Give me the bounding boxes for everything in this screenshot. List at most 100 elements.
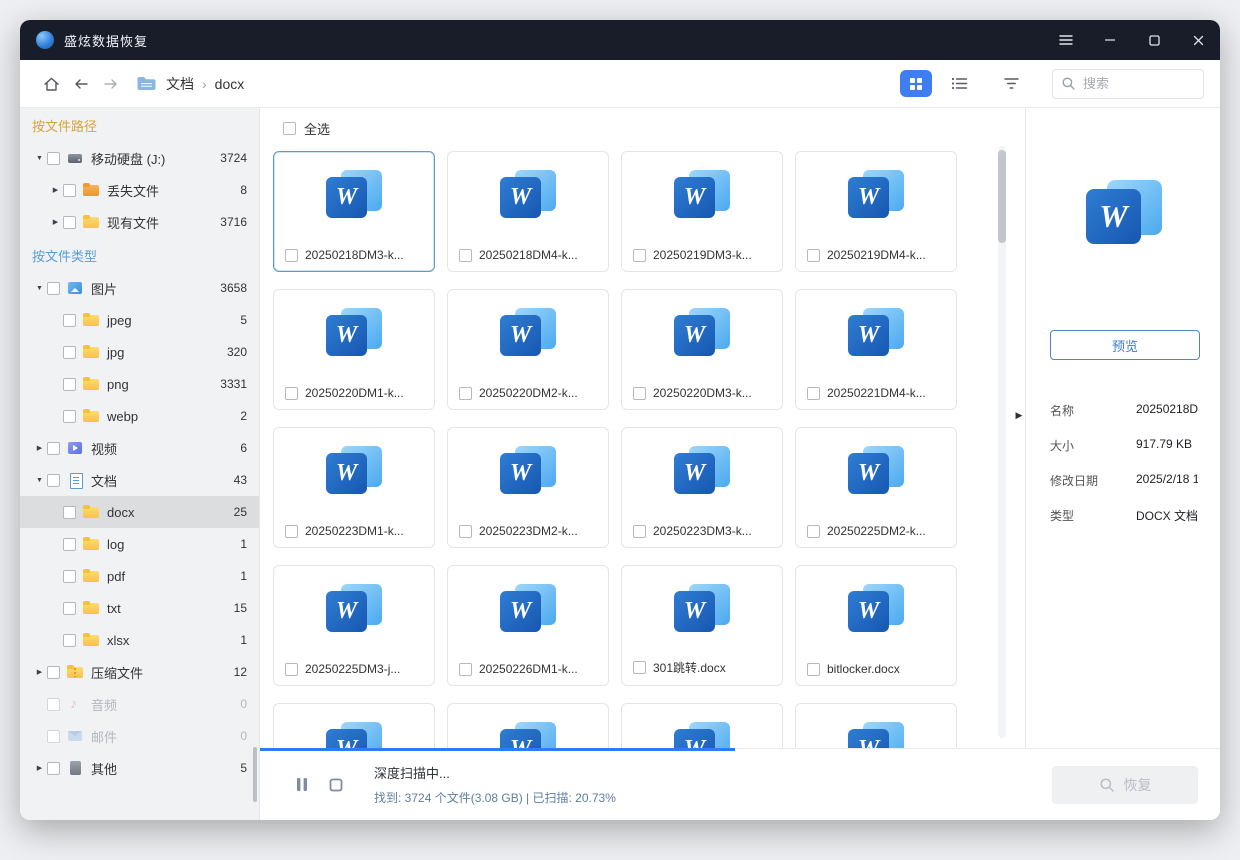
sidebar-item-removable-disk[interactable]: 移动硬盘 (J:) 3724 (20, 142, 259, 174)
sidebar-item-jpeg[interactable]: jpeg 5 (20, 304, 259, 336)
sidebar-item-jpg[interactable]: jpg 320 (20, 336, 259, 368)
file-card-partial[interactable] (795, 703, 957, 748)
sidebar-item-other[interactable]: 其他 5 (20, 752, 259, 784)
sidebar-item-videos[interactable]: 视频 6 (20, 432, 259, 464)
file-card[interactable]: 20250225DM2-k... (795, 427, 957, 548)
file-card[interactable]: 20250218DM4-k... (447, 151, 609, 272)
tree-expander-icon[interactable] (32, 764, 47, 772)
checkbox[interactable] (47, 666, 60, 679)
tree-expander-icon[interactable] (32, 285, 47, 292)
select-all-checkbox[interactable] (283, 122, 296, 135)
file-card[interactable]: 20250226DM1-k... (447, 565, 609, 686)
pause-button[interactable] (292, 775, 312, 795)
preview-button[interactable]: 预览 (1050, 330, 1200, 360)
checkbox[interactable] (63, 410, 76, 423)
file-card-partial[interactable] (273, 703, 435, 748)
file-card[interactable]: 20250220DM1-k... (273, 289, 435, 410)
sidebar-item-mail[interactable]: 邮件 0 (20, 720, 259, 752)
list-view-button[interactable] (944, 70, 974, 97)
file-card[interactable]: 20250220DM3-k... (621, 289, 783, 410)
sidebar-scrollbar-thumb[interactable] (253, 747, 257, 802)
file-card-partial[interactable] (447, 703, 609, 748)
file-checkbox[interactable] (285, 387, 298, 400)
file-card[interactable]: 20250223DM2-k... (447, 427, 609, 548)
checkbox[interactable] (47, 698, 60, 711)
filter-button[interactable] (996, 70, 1026, 97)
file-card[interactable]: 20250219DM4-k... (795, 151, 957, 272)
checkbox[interactable] (63, 314, 76, 327)
checkbox[interactable] (47, 730, 60, 743)
file-card[interactable]: 20250218DM3-k... (273, 151, 435, 272)
file-checkbox[interactable] (807, 249, 820, 262)
checkbox[interactable] (63, 634, 76, 647)
back-button[interactable] (66, 69, 96, 99)
search-input[interactable] (1083, 76, 1183, 91)
breadcrumb-item-docx[interactable]: docx (215, 76, 245, 92)
file-card[interactable]: 20250220DM2-k... (447, 289, 609, 410)
checkbox[interactable] (63, 538, 76, 551)
checkbox[interactable] (47, 762, 60, 775)
file-checkbox[interactable] (633, 525, 646, 538)
stop-button[interactable] (326, 775, 346, 795)
checkbox[interactable] (63, 602, 76, 615)
grid-scrollbar[interactable] (998, 146, 1006, 738)
minimize-button[interactable] (1088, 20, 1132, 60)
checkbox[interactable] (63, 346, 76, 359)
file-checkbox[interactable] (285, 663, 298, 676)
sidebar-item-docx[interactable]: docx 25 (20, 496, 259, 528)
sidebar-item-txt[interactable]: txt 15 (20, 592, 259, 624)
file-card[interactable]: 301跳转.docx (621, 565, 783, 686)
sidebar-item-existing-files[interactable]: 现有文件 3716 (20, 206, 259, 238)
collapse-panel-button[interactable] (1012, 402, 1026, 428)
sidebar-item-log[interactable]: log 1 (20, 528, 259, 560)
file-checkbox[interactable] (459, 249, 472, 262)
forward-button[interactable] (96, 69, 126, 99)
checkbox[interactable] (47, 442, 60, 455)
file-checkbox[interactable] (459, 387, 472, 400)
sidebar-item-png[interactable]: png 3331 (20, 368, 259, 400)
sidebar-item-images[interactable]: 图片 3658 (20, 272, 259, 304)
sidebar-item-documents[interactable]: 文档 43 (20, 464, 259, 496)
checkbox[interactable] (47, 152, 60, 165)
file-checkbox[interactable] (807, 525, 820, 538)
checkbox[interactable] (63, 184, 76, 197)
sidebar-item-webp[interactable]: webp 2 (20, 400, 259, 432)
checkbox[interactable] (47, 474, 60, 487)
tree-expander-icon[interactable] (32, 155, 47, 162)
tree-expander-icon[interactable] (32, 668, 47, 676)
file-checkbox[interactable] (459, 525, 472, 538)
file-checkbox[interactable] (807, 663, 820, 676)
grid-scrollbar-thumb[interactable] (998, 150, 1006, 243)
file-checkbox[interactable] (633, 249, 646, 262)
file-checkbox[interactable] (633, 387, 646, 400)
menu-button[interactable] (1044, 20, 1088, 60)
checkbox[interactable] (63, 378, 76, 391)
maximize-button[interactable] (1132, 20, 1176, 60)
sidebar-item-archives[interactable]: 压缩文件 12 (20, 656, 259, 688)
file-card[interactable]: 20250225DM3-j... (273, 565, 435, 686)
file-card[interactable]: bitlocker.docx (795, 565, 957, 686)
grid-view-button[interactable] (900, 70, 932, 97)
sidebar-item-audio[interactable]: 音频 0 (20, 688, 259, 720)
sidebar-item-lost-files[interactable]: 丢失文件 8 (20, 174, 259, 206)
checkbox[interactable] (63, 216, 76, 229)
file-checkbox[interactable] (285, 525, 298, 538)
sidebar-item-xlsx[interactable]: xlsx 1 (20, 624, 259, 656)
checkbox[interactable] (47, 282, 60, 295)
file-card[interactable]: 20250223DM1-k... (273, 427, 435, 548)
file-card[interactable]: 20250223DM3-k... (621, 427, 783, 548)
file-card[interactable]: 20250219DM3-k... (621, 151, 783, 272)
checkbox[interactable] (63, 506, 76, 519)
home-button[interactable] (36, 69, 66, 99)
tree-expander-icon[interactable] (48, 186, 63, 194)
file-checkbox[interactable] (633, 661, 646, 674)
tree-expander-icon[interactable] (32, 477, 47, 484)
tree-expander-icon[interactable] (48, 218, 63, 226)
sidebar-item-pdf[interactable]: pdf 1 (20, 560, 259, 592)
file-card[interactable]: 20250221DM4-k... (795, 289, 957, 410)
tree-expander-icon[interactable] (32, 444, 47, 452)
file-checkbox[interactable] (285, 249, 298, 262)
file-card-partial[interactable] (621, 703, 783, 748)
close-button[interactable] (1176, 20, 1220, 60)
recover-button[interactable]: 恢复 (1052, 766, 1198, 804)
